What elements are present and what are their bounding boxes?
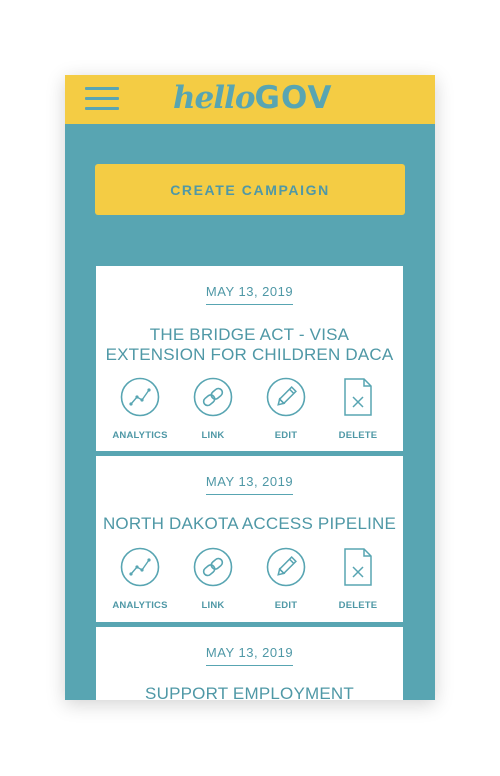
- link-label: LINK: [201, 430, 225, 441]
- top-bar: helloGOV: [65, 75, 435, 124]
- campaign-date: MAY 13, 2019: [205, 284, 294, 299]
- campaign-date: MAY 13, 2019: [205, 645, 294, 660]
- delete-document-icon: [344, 378, 372, 416]
- campaign-card: MAY 13, 2019 NORTH DAKOTA ACCESS PIPELIN…: [96, 456, 403, 622]
- campaign-title-line: SUPPORT EMPLOYMENT: [145, 684, 354, 700]
- date-underline: [206, 494, 293, 495]
- logo-hello-text: hello: [173, 80, 255, 116]
- edit-button[interactable]: EDIT: [251, 547, 321, 617]
- campaign-date: MAY 13, 2019: [205, 474, 294, 489]
- analytics-chart-icon: [120, 377, 160, 417]
- analytics-button[interactable]: ANALYTICS: [105, 377, 175, 447]
- date-underline: [206, 304, 293, 305]
- link-label: LINK: [201, 600, 225, 611]
- campaign-title-line: EXTENSION FOR CHILDREN DACA: [105, 345, 394, 364]
- create-campaign-button[interactable]: CREATE CAMPAIGN: [95, 164, 405, 215]
- campaign-title[interactable]: THE BRIDGE ACT - VISA EXTENSION FOR CHIL…: [96, 325, 403, 365]
- link-button[interactable]: LINK: [178, 547, 248, 617]
- link-button[interactable]: LINK: [178, 377, 248, 447]
- pencil-icon: [266, 547, 306, 587]
- campaign-title-line: NORTH DAKOTA ACCESS PIPELINE: [102, 514, 397, 533]
- hellogov-logo[interactable]: helloGOV: [173, 80, 332, 120]
- date-underline: [206, 665, 293, 666]
- campaign-actions: ANALYTICS LINK EDIT DELETE: [96, 377, 403, 447]
- hamburger-menu-icon[interactable]: [85, 87, 119, 111]
- pencil-icon: [266, 377, 306, 417]
- edit-label: EDIT: [274, 600, 298, 611]
- delete-label: DELETE: [338, 430, 378, 441]
- campaign-actions: ANALYTICS LINK EDIT DELETE: [96, 547, 403, 617]
- app-screen: helloGOV CREATE CAMPAIGN MAY 13, 2019 TH…: [65, 75, 435, 700]
- logo-gov-text: GOV: [254, 80, 333, 116]
- delete-button[interactable]: DELETE: [323, 547, 393, 617]
- edit-button[interactable]: EDIT: [251, 377, 321, 447]
- chain-link-icon: [193, 377, 233, 417]
- delete-label: DELETE: [338, 600, 378, 611]
- edit-label: EDIT: [274, 430, 298, 441]
- analytics-label: ANALYTICS: [112, 600, 168, 611]
- analytics-label: ANALYTICS: [112, 430, 168, 441]
- campaign-card: MAY 13, 2019 SUPPORT EMPLOYMENT: [96, 627, 403, 700]
- campaign-card: MAY 13, 2019 THE BRIDGE ACT - VISA EXTEN…: [96, 266, 403, 451]
- analytics-button[interactable]: ANALYTICS: [105, 547, 175, 617]
- analytics-chart-icon: [120, 547, 160, 587]
- campaign-title[interactable]: NORTH DAKOTA ACCESS PIPELINE: [96, 514, 403, 534]
- delete-document-icon: [344, 548, 372, 586]
- chain-link-icon: [193, 547, 233, 587]
- campaign-title[interactable]: SUPPORT EMPLOYMENT: [96, 684, 403, 700]
- delete-button[interactable]: DELETE: [323, 377, 393, 447]
- campaign-title-line: THE BRIDGE ACT - VISA: [149, 325, 350, 344]
